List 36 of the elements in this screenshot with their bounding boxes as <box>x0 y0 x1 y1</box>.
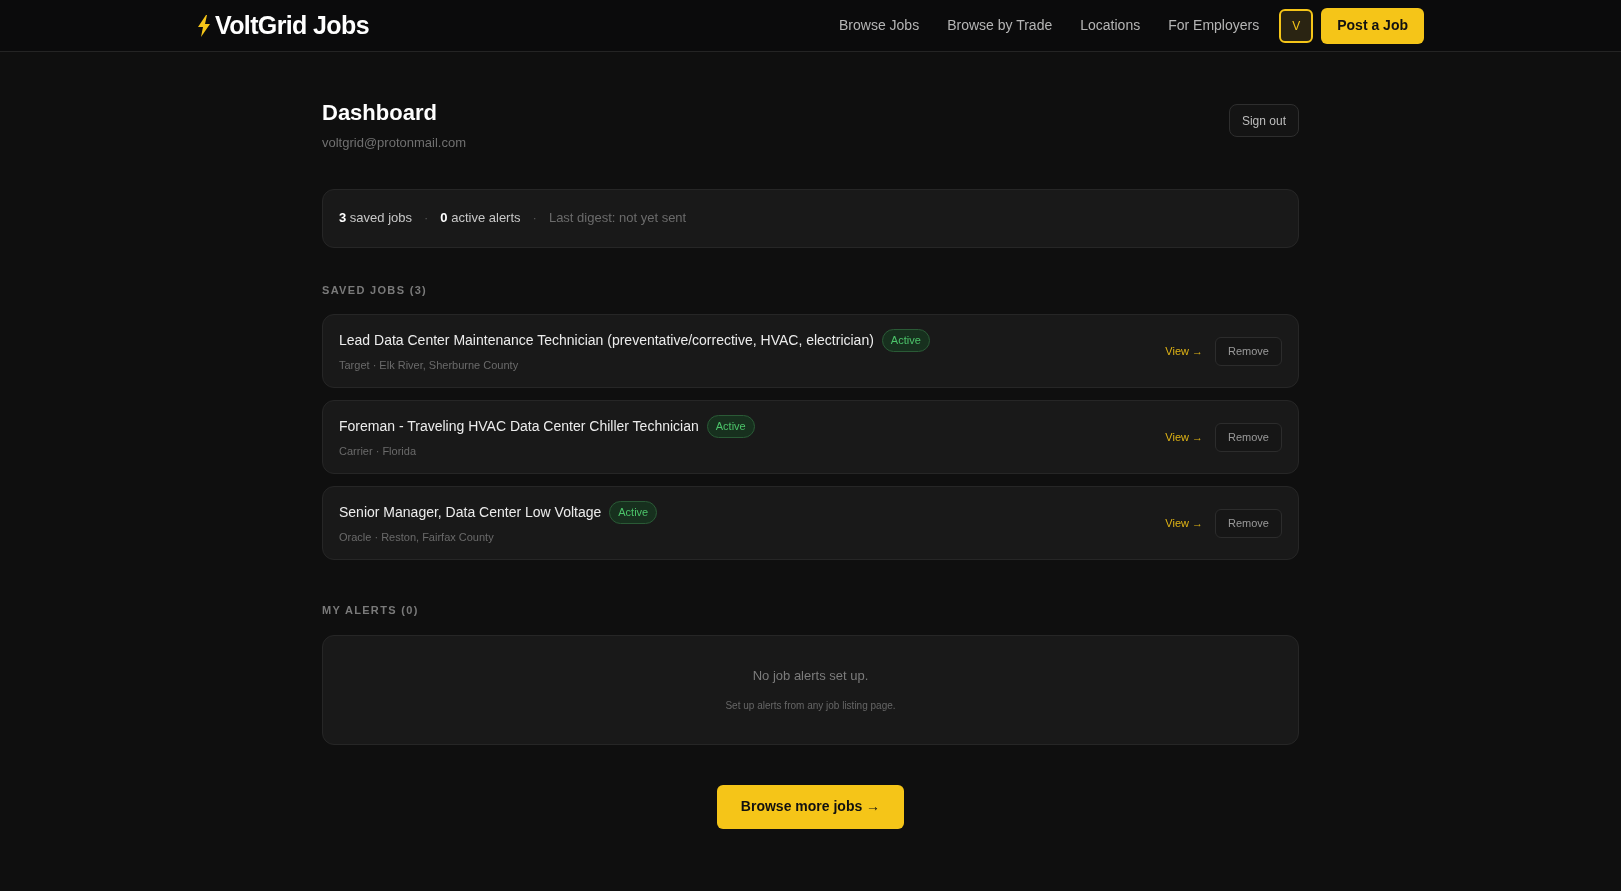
sign-out-button[interactable]: Sign out <box>1228 104 1299 137</box>
stat-text: 3 saved jobs <box>339 209 412 228</box>
browse-more-button[interactable]: Browse more jobs → <box>716 784 905 829</box>
job-meta: Carrier · Florida <box>339 443 417 459</box>
view-link[interactable]: View → <box>1165 428 1204 446</box>
empty-hint: Set up alerts from any job listing page. <box>725 698 896 713</box>
view-link[interactable]: View → <box>1165 342 1204 360</box>
separator-dot: · <box>423 209 430 228</box>
remove-button[interactable]: Remove <box>1215 508 1282 538</box>
status-badge: Active <box>881 329 930 352</box>
nav-link[interactable]: Locations <box>1080 15 1141 36</box>
user-email: voltgrid@protonmail.com <box>322 134 466 152</box>
avatar-button[interactable]: V <box>1279 8 1314 43</box>
separator-dot: · <box>531 209 538 228</box>
remove-button[interactable]: Remove <box>1215 336 1282 366</box>
nav-link[interactable]: Browse Jobs <box>839 15 920 36</box>
job-meta: Oracle · Reston, Fairfax County <box>339 529 495 545</box>
lightning-bolt-icon <box>197 14 211 37</box>
remove-button[interactable]: Remove <box>1215 422 1282 452</box>
post-job-button[interactable]: Post a Job <box>1321 7 1424 44</box>
stat-text: 0 active alerts <box>440 209 521 228</box>
status-badge: Active <box>706 415 755 438</box>
view-link[interactable]: View → <box>1165 514 1204 532</box>
nav-link[interactable]: For Employers <box>1168 15 1260 36</box>
job-title[interactable]: Foreman - Traveling HVAC Data Center Chiller Technician <box>339 415 699 437</box>
job-meta: Target · Elk River, Sherburne County <box>339 357 520 373</box>
digest-note: Last digest: not yet sent <box>548 209 687 228</box>
section-heading: MY ALERTS (0) <box>322 603 420 618</box>
status-badge: Active <box>609 501 658 524</box>
section-heading: SAVED JOBS (3) <box>322 282 429 298</box>
nav-link[interactable]: Browse by Trade <box>947 15 1053 36</box>
job-title[interactable]: Lead Data Center Maintenance Technician (preventative/corrective, HVAC, electrician) <box>339 329 874 351</box>
logo[interactable]: VoltGrid Jobs <box>215 6 369 45</box>
empty-title: No job alerts set up. <box>752 667 869 686</box>
page-title: Dashboard <box>322 99 438 127</box>
job-title[interactable]: Senior Manager, Data Center Low Voltage <box>339 501 602 523</box>
